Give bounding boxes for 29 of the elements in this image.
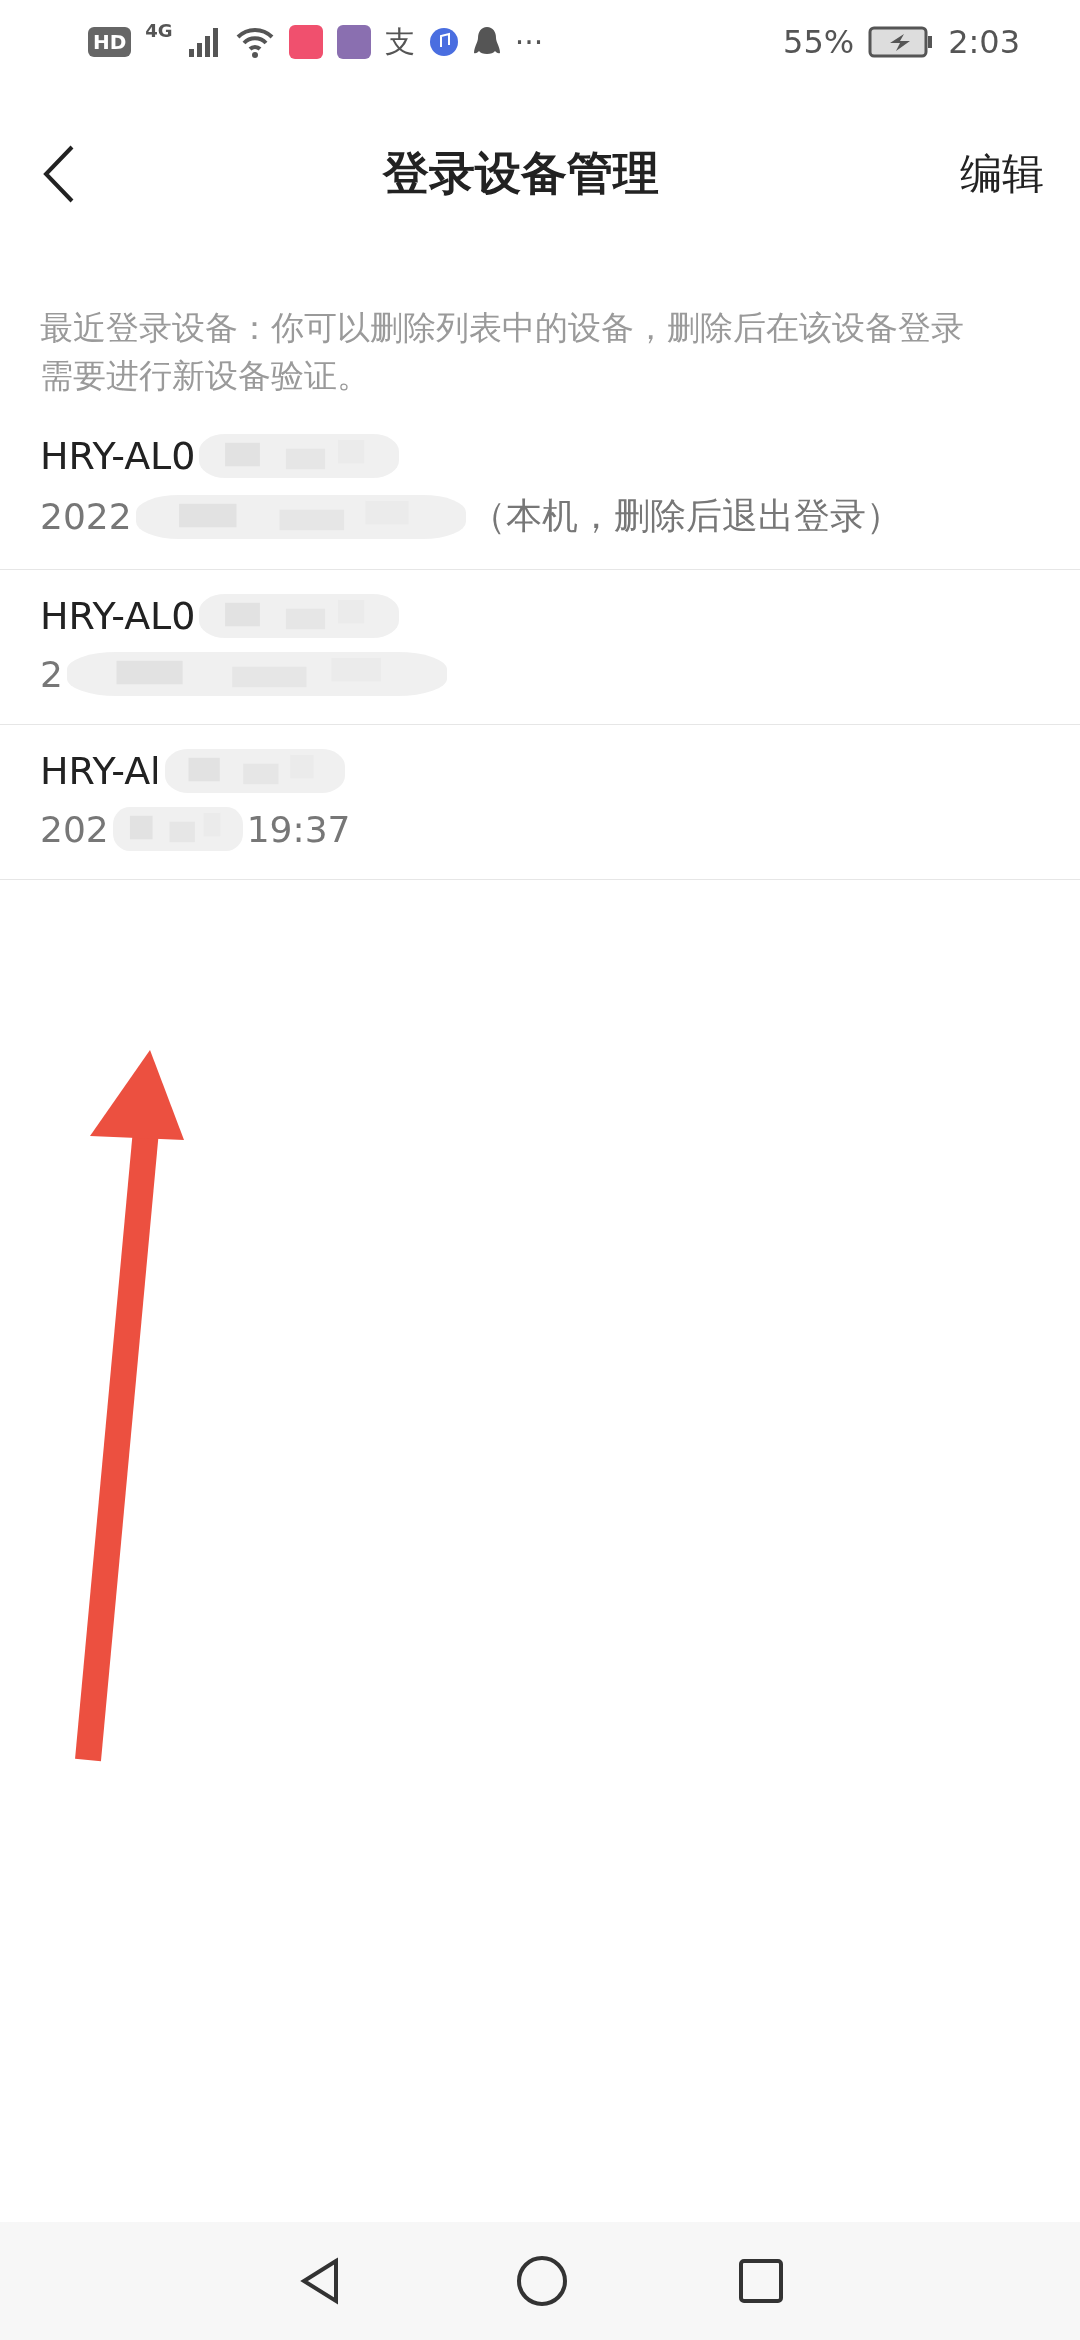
device-note: （本机，删除后退出登录） — [469, 494, 902, 538]
hd-indicator: HD — [88, 27, 132, 57]
network-label: 4G — [145, 20, 173, 41]
signal-icon — [186, 25, 221, 59]
app-icon — [336, 25, 371, 59]
login-date: 2 — [40, 653, 63, 695]
clock: 2:03 — [948, 23, 1020, 61]
login-date: 2022 — [40, 496, 132, 537]
wifi-icon — [234, 25, 275, 59]
battery-icon — [868, 26, 935, 58]
app-icon — [288, 25, 323, 59]
edit-button[interactable]: 编辑 — [960, 146, 1044, 202]
device-note: 19:37 — [246, 808, 351, 850]
device-name: HRY-AL0 — [40, 594, 196, 638]
page-title: 登录设备管理 — [383, 145, 659, 202]
device-row[interactable]: HRY-AL0 2022 （本机，删除后退出登录） — [0, 410, 1080, 570]
login-date: 202 — [40, 808, 109, 850]
device-name: HRY-Al — [40, 749, 161, 793]
device-name: HRY-AL0 — [40, 434, 196, 478]
app-glyph: 支 — [384, 22, 415, 61]
device-row[interactable]: HRY-AL0 2 — [0, 570, 1080, 725]
more-indicator: ··· — [514, 24, 544, 60]
music-icon — [428, 27, 459, 57]
back-icon — [42, 144, 76, 204]
recents-button[interactable] — [738, 2258, 784, 2304]
notice-text: 最近登录设备：你可以删除列表中的设备，删除后在该设备登录需要进行新设备验证。 — [40, 307, 965, 397]
home-button[interactable] — [516, 2255, 568, 2307]
device-row[interactable]: HRY-Al 202 19:37 — [0, 725, 1080, 880]
battery-percent: 55% — [783, 23, 855, 61]
